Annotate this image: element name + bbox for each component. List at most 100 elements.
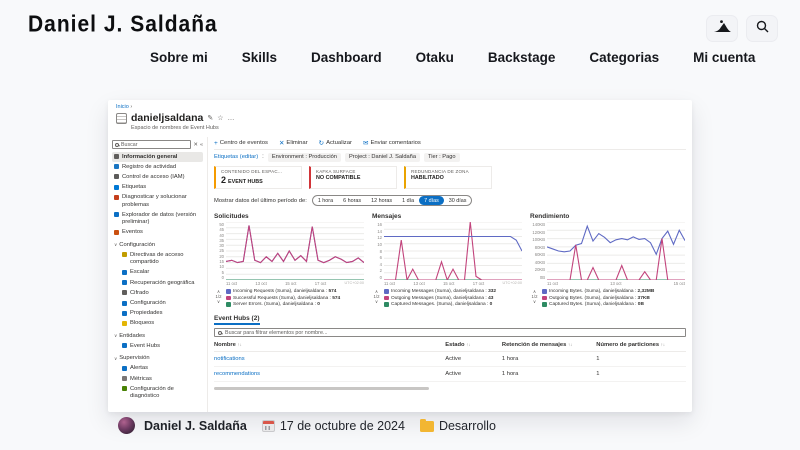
sidebar-item[interactable]: Alertas <box>112 364 203 374</box>
search-button[interactable] <box>746 15 778 42</box>
column-header[interactable]: Nombre ↑↓ <box>214 342 445 348</box>
table-row[interactable]: recommendationsActive1 hora1 <box>214 367 686 382</box>
nav-item-sobre-mi[interactable]: Sobre mi <box>150 50 208 65</box>
nav-item-skills[interactable]: Skills <box>242 50 277 65</box>
collapse-sidebar-icon[interactable]: « <box>200 142 203 148</box>
sidebar-item[interactable]: Configuración de diagnóstico <box>112 384 203 401</box>
sidebar-search-input[interactable]: Buscar <box>112 140 191 149</box>
favorite-star-icon[interactable]: ☆ <box>217 114 223 122</box>
column-header[interactable]: Retención de mensajes ↑↓ <box>502 342 596 348</box>
event-hub-name[interactable]: notifications <box>214 356 445 362</box>
more-icon[interactable]: … <box>228 115 235 122</box>
azure-portal-screenshot: Inicio › danieljsaldana ✎ ☆ … Espacio de… <box>108 100 692 412</box>
edit-icon[interactable]: ✎ <box>207 114 213 122</box>
tags-edit-link[interactable]: Etiquetas (editar) <box>214 154 258 160</box>
nav-item-otaku[interactable]: Otaku <box>416 50 454 65</box>
period-option[interactable]: 30 días <box>444 196 472 205</box>
refresh-icon: ↻ <box>319 139 324 147</box>
sidebar-item[interactable]: Bloqueos <box>112 319 203 329</box>
legend-item: Outgoing Bytes. (Suma), danieljsaldana :… <box>542 296 654 301</box>
chevron-down-icon: ∨ <box>217 299 220 304</box>
nav-item-backstage[interactable]: Backstage <box>488 50 556 65</box>
author-avatar[interactable] <box>118 417 135 434</box>
legend-pager[interactable]: ∧1/2∨ <box>372 289 381 307</box>
breadcrumb[interactable]: Inicio › <box>116 104 684 110</box>
sidebar-item[interactable]: Recuperación geográfica <box>112 278 203 288</box>
sidebar-item[interactable]: Control de acceso (IAM) <box>112 172 203 182</box>
tab-event-hubs[interactable]: Event Hubs (2) <box>214 315 260 325</box>
x-axis: 11 oct13 oct15 oct17 octUTC+02:00 <box>226 281 364 286</box>
legend-pager[interactable]: ∧1/2∨ <box>530 289 539 307</box>
toolbar-delete[interactable]: ✕Eliminar <box>279 139 308 147</box>
scale-icon <box>122 270 127 275</box>
sidebar-item[interactable]: Escalar <box>112 268 203 278</box>
sort-icon: ↑↓ <box>238 342 242 347</box>
y-axis: 140KB120KB100KB80KB60KB40KB20KB0B <box>530 222 547 280</box>
column-header[interactable]: Estado ↑↓ <box>445 342 502 348</box>
sidebar-item[interactable]: Cifrado <box>112 288 203 298</box>
clear-search-icon[interactable]: ✕ <box>193 142 198 148</box>
sidebar-item[interactable]: Registro de actividad <box>112 162 203 172</box>
sidebar-item[interactable]: Métricas <box>112 374 203 384</box>
chart-rendimiento: Rendimiento140KB120KB100KB80KB60KB40KB20… <box>530 213 685 307</box>
summary-card[interactable]: KAFKA SURFACENO COMPATIBLE <box>309 166 397 189</box>
x-axis: 11 oct13 oct15 oct <box>547 281 685 286</box>
post-category[interactable]: Desarrollo <box>439 419 496 433</box>
nav-item-mi-cuenta[interactable]: Mi cuenta <box>693 50 755 65</box>
sidebar-item[interactable]: Propiedades <box>112 309 203 319</box>
toolbar-refresh[interactable]: ↻Actualizar <box>319 139 352 147</box>
post-date: 17 de octubre de 2024 <box>280 419 405 433</box>
sidebar-group-configuración[interactable]: ∨Configuración <box>112 240 203 250</box>
table-filter-input[interactable]: Buscar para filtrar elementos por nombre… <box>214 328 686 337</box>
sidebar-item[interactable]: Eventos <box>112 228 203 238</box>
sort-icon: ↑↓ <box>568 342 572 347</box>
alerts-icon <box>122 366 127 371</box>
period-option[interactable]: 7 días <box>419 196 444 205</box>
summary-card[interactable]: CONTENIDO DEL ESPAC...2EVENT HUBS <box>214 166 302 189</box>
tag-pill[interactable]: Environment : Producción <box>268 153 341 162</box>
sidebar-item[interactable]: Configuración <box>112 299 203 309</box>
chevron-down-icon: ∨ <box>114 356 117 362</box>
toolbar-add[interactable]: +Centro de eventos <box>214 140 268 147</box>
tag-pill[interactable]: Tier : Pago <box>424 153 460 162</box>
table-row[interactable]: notificationsActive1 hora1 <box>214 352 686 367</box>
legend-item: Captured Messages. (Suma), danieljsaldan… <box>384 302 496 307</box>
post-meta: Daniel J. Saldaña 17 de octubre de 2024 … <box>118 417 496 434</box>
events-icon <box>114 230 119 235</box>
mountain-button[interactable] <box>706 15 738 42</box>
chevron-down-icon: ∨ <box>375 299 378 304</box>
tag-pill[interactable]: Project : Daniel J. Saldaña <box>345 153 420 162</box>
period-label: Mostrar datos del último período de: <box>214 198 307 204</box>
sidebar-group-supervisión[interactable]: ∨Supervisión <box>112 354 203 364</box>
period-option[interactable]: 12 horas <box>366 196 397 205</box>
sidebar-item[interactable]: Directivas de acceso compartido <box>112 250 203 267</box>
legend-swatch <box>226 296 231 301</box>
command-bar: +Centro de eventos ✕Eliminar ↻Actualizar ✉E… <box>214 137 686 150</box>
legend-pager[interactable]: ∧1/2∨ <box>214 289 223 307</box>
chart-legend: ∧1/2∨Incoming Bytes. (Suma), danieljsald… <box>530 289 685 307</box>
main-nav: Sobre mi Skills Dashboard Otaku Backstage Cat… <box>150 50 755 65</box>
event-hub-name[interactable]: recommendations <box>214 371 445 377</box>
legend-item: Incoming Requests (Suma), danieljsaldana… <box>226 289 340 294</box>
toolbar-feedback[interactable]: ✉Enviar comentarios <box>363 139 421 147</box>
period-option[interactable]: 6 horas <box>338 196 366 205</box>
sidebar-item[interactable]: Event Hubs <box>112 341 203 351</box>
site-logo[interactable]: Daniel J. Saldaña <box>28 12 218 38</box>
y-axis: 50454035302520151050 <box>214 222 226 280</box>
delete-icon: ✕ <box>279 139 284 147</box>
period-option[interactable]: 1 hora <box>313 196 338 205</box>
sidebar-item[interactable]: Información general <box>112 152 203 162</box>
sidebar-item[interactable]: Diagnosticar y solucionar problemas <box>112 193 203 210</box>
locks-icon <box>122 321 127 326</box>
period-option[interactable]: 1 día <box>397 196 419 205</box>
column-header[interactable]: Número de particiones ↑↓ <box>596 342 686 348</box>
summary-card[interactable]: REDUNDANCIA DE ZONAHABILITADO <box>404 166 492 189</box>
nav-item-dashboard[interactable]: Dashboard <box>311 50 382 65</box>
author-name[interactable]: Daniel J. Saldaña <box>144 419 247 433</box>
nav-item-categorias[interactable]: Categorias <box>589 50 659 65</box>
sidebar-group-entidades[interactable]: ∨Entidades <box>112 331 203 341</box>
sidebar-item[interactable]: Explorador de datos (versión preliminar) <box>112 210 203 227</box>
horizontal-scrollbar[interactable] <box>214 387 429 390</box>
sidebar-item[interactable]: Etiquetas <box>112 183 203 193</box>
configuration-icon <box>122 301 127 306</box>
